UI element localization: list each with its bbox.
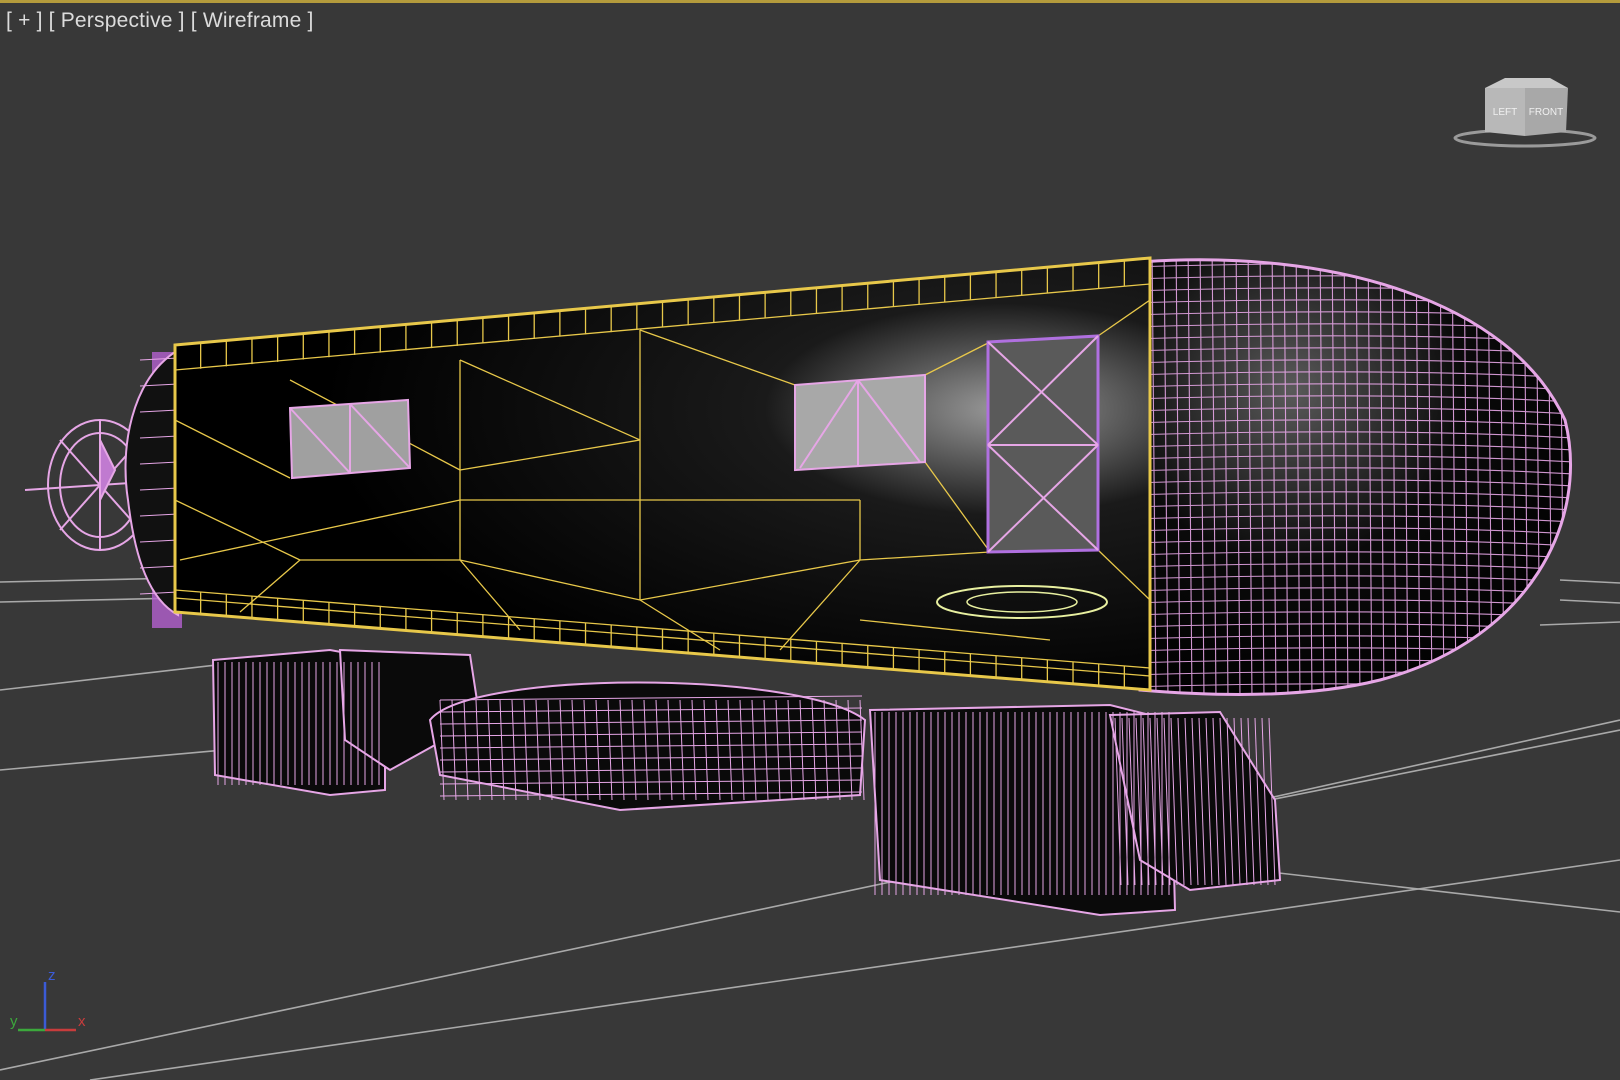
viewport-menu-button[interactable]: [ + ]: [6, 9, 43, 32]
viewcube-top-face[interactable]: [1485, 78, 1568, 88]
y-axis-label: y: [10, 1013, 18, 1030]
landing-skids[interactable]: [211, 648, 1282, 917]
viewcube-front-label: FRONT: [1529, 107, 1563, 118]
view-mode-button[interactable]: [ Perspective ]: [49, 9, 185, 32]
wire-line: [89, 859, 1620, 1080]
viewport-label: [ + ] [ Perspective ] [ Wireframe ]: [6, 9, 314, 33]
viewcube[interactable]: LEFT FRONT: [1450, 70, 1600, 155]
axis-tripod: z y x: [10, 967, 86, 1032]
wire-line: [1572, 240, 1576, 700]
wire-line: [1269, 871, 1620, 913]
wire-arc: [1130, 696, 1590, 703]
wire-line: [1269, 729, 1620, 801]
wireframe-scene[interactable]: [0, 0, 1620, 1080]
z-axis-label: z: [48, 967, 56, 984]
wire-line: [1559, 579, 1620, 584]
viewcube-left-label: LEFT: [1493, 107, 1517, 118]
wire-line: [1559, 599, 1620, 604]
wire-arc: [1130, 252, 1590, 259]
x-axis-label: x: [78, 1013, 86, 1030]
shading-mode-button[interactable]: [ Wireframe ]: [191, 9, 314, 32]
wire-line: [1539, 621, 1620, 626]
nose-cone[interactable]: [1130, 240, 1590, 703]
perspective-viewport[interactable]: [ + ] [ Perspective ] [ Wireframe ] LEFT…: [0, 0, 1620, 1080]
rear-cap: [124, 348, 179, 617]
wire-line: [0, 879, 901, 1071]
